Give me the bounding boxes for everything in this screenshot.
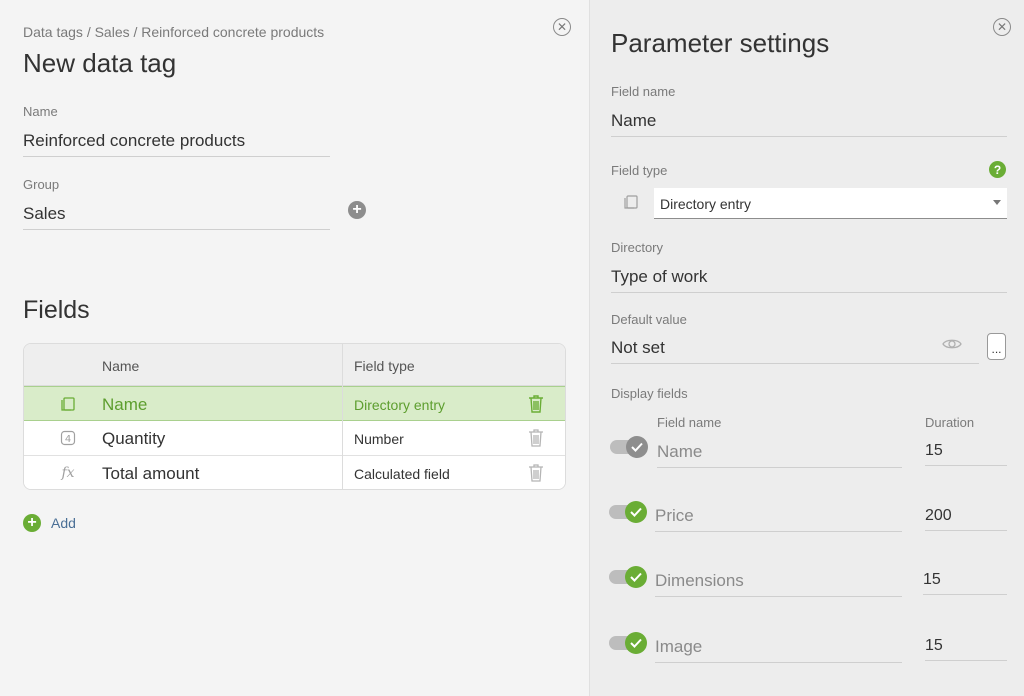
row-name: Quantity	[102, 429, 166, 448]
parameter-settings-panel: ✕ Parameter settings Field name Name Fie…	[589, 0, 1024, 696]
table-row[interactable]: Name Directory entry	[24, 386, 565, 421]
row-name: Total amount	[102, 464, 200, 483]
number-icon: 4	[59, 429, 77, 447]
field-type-select[interactable]: Directory entry	[654, 188, 1007, 219]
check-icon	[625, 501, 647, 523]
field-type-label: Field type	[611, 163, 668, 178]
column-header-field-name: Field name	[657, 415, 722, 430]
fields-table: Name Field type Name Directory entry 4 Q…	[23, 343, 566, 490]
help-icon[interactable]: ?	[989, 161, 1006, 178]
field-name-input[interactable]: Name	[611, 111, 1007, 137]
group-input[interactable]: Sales	[23, 204, 330, 230]
directory-input[interactable]: Type of work	[611, 267, 1007, 293]
display-field-duration[interactable]: 15	[923, 571, 1007, 595]
display-field-toggle[interactable]	[609, 566, 647, 588]
default-value-label: Default value	[611, 312, 687, 327]
display-field-toggle[interactable]	[609, 501, 647, 523]
display-field-toggle[interactable]	[610, 436, 648, 458]
directory-label: Directory	[611, 240, 664, 255]
add-group-icon[interactable]: +	[348, 201, 366, 219]
column-header-name[interactable]: Name	[102, 358, 139, 374]
directory-icon	[623, 194, 639, 215]
svg-text:4: 4	[65, 434, 71, 445]
name-label: Name	[23, 104, 58, 119]
breadcrumb[interactable]: Data tags / Sales / Reinforced concrete …	[23, 24, 324, 40]
row-name: Name	[102, 395, 148, 414]
display-field-toggle[interactable]	[609, 632, 647, 654]
column-divider	[342, 344, 343, 489]
add-field-label: Add	[51, 515, 76, 531]
field-type-selected-value: Directory entry	[660, 196, 752, 212]
formula-icon: fx	[61, 465, 75, 481]
trash-icon[interactable]	[527, 463, 545, 483]
display-field-name[interactable]: Image	[655, 637, 902, 663]
check-icon	[625, 566, 647, 588]
trash-icon[interactable]	[527, 394, 545, 414]
default-value-input[interactable]: Not set	[611, 338, 979, 364]
close-icon[interactable]: ✕	[553, 18, 571, 36]
table-header: Name Field type	[24, 344, 565, 386]
row-type: Number	[354, 431, 404, 447]
check-icon	[625, 632, 647, 654]
display-field-duration[interactable]: 200	[925, 507, 1007, 531]
display-field-name[interactable]: Price	[655, 506, 902, 532]
row-type: Calculated field	[354, 466, 450, 482]
check-icon	[626, 436, 648, 458]
name-input[interactable]: Reinforced concrete products	[23, 131, 330, 157]
fields-section-title: Fields	[23, 296, 90, 324]
display-field-duration[interactable]: 15	[925, 637, 1007, 661]
display-field-name[interactable]: Name	[657, 442, 902, 468]
field-name-label: Field name	[611, 84, 676, 99]
data-tag-editor-panel: Data tags / Sales / Reinforced concrete …	[0, 0, 589, 696]
display-field-name[interactable]: Dimensions	[655, 571, 902, 597]
column-header-field-type[interactable]: Field type	[354, 358, 415, 374]
page-title: New data tag	[23, 48, 177, 78]
display-field-duration[interactable]: 15	[925, 442, 1007, 466]
plus-icon: +	[23, 514, 41, 532]
add-field-button[interactable]: + Add	[23, 514, 76, 532]
group-label: Group	[23, 177, 60, 192]
directory-icon	[59, 395, 77, 413]
table-row[interactable]: 4 Quantity Number	[24, 421, 565, 456]
panel-title: Parameter settings	[611, 28, 830, 58]
choose-default-button[interactable]: ...	[987, 333, 1006, 360]
row-type: Directory entry	[354, 397, 446, 413]
close-icon[interactable]: ✕	[993, 18, 1011, 36]
table-row[interactable]: fx Total amount Calculated field	[24, 456, 565, 489]
chevron-down-icon	[993, 200, 1001, 205]
eye-icon[interactable]	[942, 336, 962, 357]
display-fields-label: Display fields	[611, 386, 688, 401]
column-header-duration: Duration	[925, 415, 975, 430]
trash-icon[interactable]	[527, 428, 545, 448]
